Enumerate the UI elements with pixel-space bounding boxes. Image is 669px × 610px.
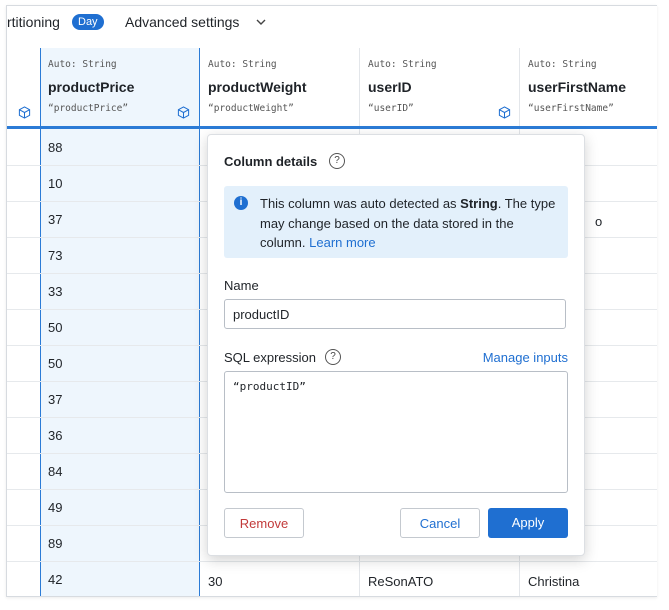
- column-name: userFirstName: [528, 79, 627, 95]
- remove-button[interactable]: Remove: [224, 508, 304, 538]
- table-cell[interactable]: 50: [48, 356, 62, 371]
- cube-icon[interactable]: [177, 106, 190, 119]
- name-input[interactable]: productID: [224, 299, 566, 329]
- help-icon[interactable]: ?: [325, 349, 341, 365]
- table-cell[interactable]: 33: [48, 284, 62, 299]
- column-expression: “userID”: [368, 103, 414, 114]
- table-cell[interactable]: 42: [48, 572, 62, 587]
- header-underline: [7, 126, 657, 129]
- table-cell[interactable]: 30: [208, 574, 222, 589]
- table-cell[interactable]: 84: [48, 464, 62, 479]
- column-name: productWeight: [208, 79, 307, 95]
- cube-icon[interactable]: [18, 106, 31, 119]
- table-cell[interactable]: 89: [48, 536, 62, 551]
- column-type: Auto: String: [528, 59, 597, 70]
- name-label: Name: [224, 278, 259, 293]
- top-bar: rtitioning Day Advanced settings: [7, 6, 657, 48]
- column-type: Auto: String: [208, 59, 277, 70]
- table-cell[interactable]: 36: [48, 428, 62, 443]
- row-divider: [7, 561, 657, 562]
- table-cell[interactable]: 10: [48, 176, 62, 191]
- apply-button[interactable]: Apply: [488, 508, 568, 538]
- table-cell[interactable]: 37: [48, 392, 62, 407]
- column-type: Auto: String: [368, 59, 437, 70]
- column-details-popover: Column details ? i This column was auto …: [207, 134, 585, 556]
- sql-expression-input[interactable]: “productID”: [224, 371, 568, 493]
- table-cell[interactable]: 49: [48, 500, 62, 515]
- info-icon: i: [234, 196, 248, 210]
- column-name: userID: [368, 79, 412, 95]
- cube-icon[interactable]: [498, 106, 511, 119]
- partition-badge[interactable]: Day: [72, 14, 104, 30]
- column-header-product-weight[interactable]: Auto: String productWeight “productWeigh…: [200, 48, 359, 126]
- info-text-prefix: This column was auto detected as: [260, 196, 461, 211]
- table-cell[interactable]: o: [595, 214, 602, 229]
- sql-expression-label: SQL expression: [224, 350, 317, 365]
- column-header-user-id[interactable]: Auto: String userID “userID”: [360, 48, 519, 126]
- column-name: productPrice: [48, 79, 135, 95]
- help-icon[interactable]: ?: [329, 153, 345, 169]
- advanced-settings-toggle[interactable]: Advanced settings: [125, 14, 239, 30]
- column-expression: “productPrice”: [48, 103, 129, 114]
- column-type: Auto: String: [48, 59, 117, 70]
- info-callout: i This column was auto detected as Strin…: [224, 186, 568, 258]
- chevron-down-icon[interactable]: [254, 15, 268, 29]
- column-expression: “productWeight”: [208, 103, 294, 114]
- popover-title: Column details: [224, 154, 318, 169]
- table-editor: rtitioning Day Advanced settings Auto: S…: [6, 5, 657, 597]
- column-header-user-first-name[interactable]: Auto: String userFirstName “userFirstNam…: [520, 48, 657, 126]
- partitioning-label: rtitioning: [7, 14, 60, 30]
- table-cell[interactable]: 37: [48, 212, 62, 227]
- table-cell[interactable]: 50: [48, 320, 62, 335]
- column-expression: “userFirstName”: [528, 103, 614, 114]
- info-type: String: [460, 196, 498, 211]
- table-cell[interactable]: 88: [48, 140, 62, 155]
- selected-column[interactable]: [40, 48, 200, 596]
- table-cell[interactable]: 73: [48, 248, 62, 263]
- cancel-button[interactable]: Cancel: [400, 508, 480, 538]
- learn-more-link[interactable]: Learn more: [309, 235, 375, 250]
- info-message: This column was auto detected as String.…: [260, 194, 560, 253]
- manage-inputs-link[interactable]: Manage inputs: [483, 350, 568, 365]
- table-cell[interactable]: ReSonATO: [368, 574, 433, 589]
- table-cell[interactable]: Christina: [528, 574, 579, 589]
- column-header-product-price[interactable]: Auto: String productPrice “productPrice”: [40, 48, 198, 126]
